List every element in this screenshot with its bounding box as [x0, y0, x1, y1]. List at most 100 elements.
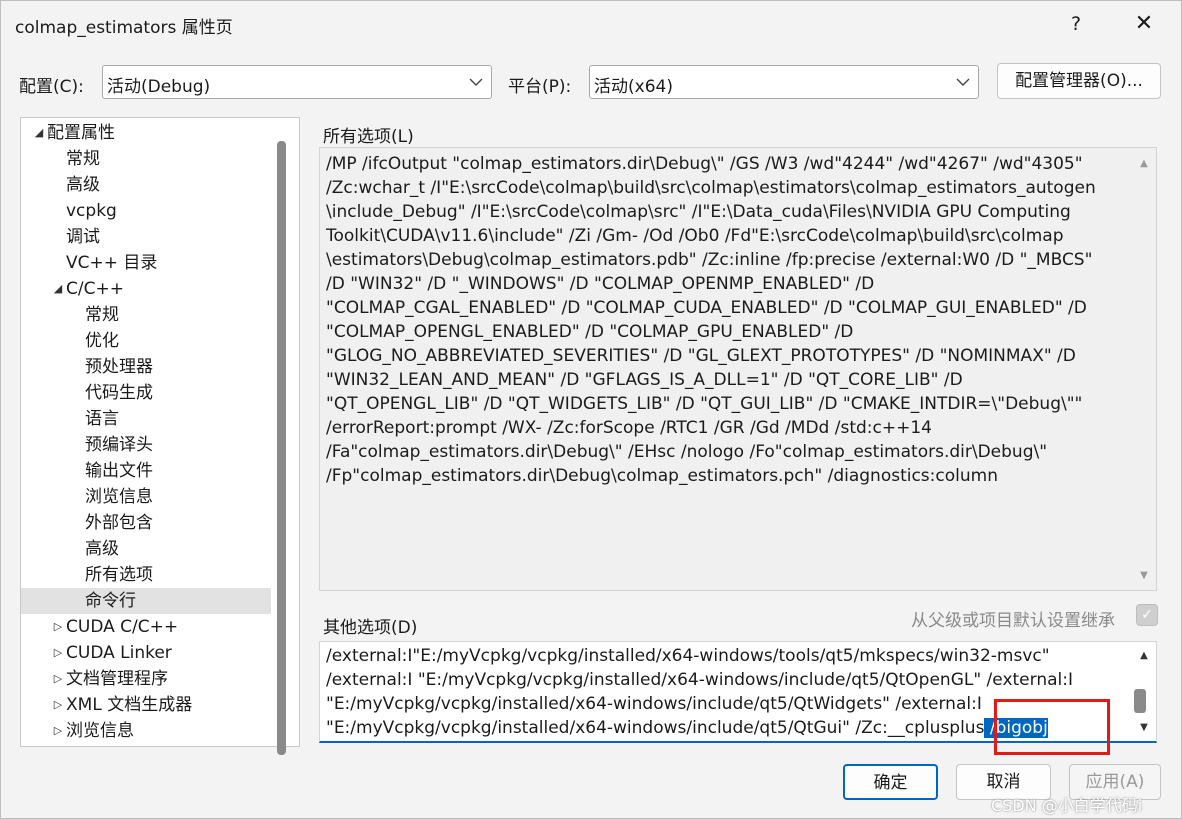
tree-scrollbar[interactable] — [277, 117, 291, 755]
tree-item[interactable]: 高级 — [21, 536, 277, 562]
config-select[interactable]: 活动(Debug) — [102, 65, 492, 99]
all-options-line: "WIN32_LEAN_AND_MEAN" /D "GFLAGS_IS_A_DL… — [326, 370, 963, 390]
tree-item-label: 高级 — [85, 539, 119, 559]
other-options-line: /external:I "E:/myVcpkg/vcpkg/installed/… — [326, 670, 1073, 690]
tree-item-label: 所有选项 — [85, 565, 153, 585]
tree-item-label: 语言 — [85, 409, 119, 429]
scroll-up-icon[interactable]: ▲ — [1138, 158, 1150, 170]
all-options-line: /errorReport:prompt /WX- /Zc:forScope /R… — [326, 418, 932, 438]
watermark: CSDN @小白学代码i — [991, 796, 1143, 815]
all-options-line: /Fa"colmap_estimators.dir\Debug\" /EHsc … — [326, 442, 1048, 462]
tree-item-label: 优化 — [85, 331, 119, 351]
tree-item[interactable]: 常规 — [21, 146, 277, 172]
config-label: 配置(C): — [19, 77, 84, 97]
tree-item[interactable]: 常规 — [21, 302, 277, 328]
inherit-checkbox[interactable]: ✓ — [1136, 604, 1158, 626]
scroll-up-icon[interactable]: ▲ — [1138, 650, 1150, 662]
tree-item-label: XML 文档生成器 — [66, 695, 193, 715]
all-options-box[interactable]: /MP /ifcOutput "colmap_estimators.dir\De… — [319, 147, 1157, 591]
tree-item-label: 输出文件 — [85, 461, 153, 481]
inherit-label: 从父级或项目默认设置继承 — [911, 611, 1115, 631]
tree-item-label: 代码生成 — [85, 383, 153, 403]
tree-item[interactable]: ◢ 配置属性 — [21, 120, 277, 146]
tree-item[interactable]: 代码生成 — [21, 380, 277, 406]
scroll-down-icon[interactable]: ▼ — [1138, 570, 1150, 582]
platform-label: 平台(P): — [508, 77, 572, 97]
expand-arrow-icon[interactable]: ▷ — [51, 692, 65, 718]
tree-item-label: 命令行 — [85, 591, 136, 611]
all-options-line: /Fp"colmap_estimators.dir\Debug\colmap_e… — [326, 466, 998, 486]
tree-item[interactable]: VC++ 目录 — [21, 250, 277, 276]
chevron-down-icon — [469, 78, 483, 86]
all-options-line: /D "WIN32" /D "_WINDOWS" /D "COLMAP_OPEN… — [326, 274, 875, 294]
other-options-label: 其他选项(D) — [323, 618, 418, 638]
all-options-label: 所有选项(L) — [323, 127, 414, 147]
all-options-line: /MP /ifcOutput "colmap_estimators.dir\De… — [326, 154, 1083, 174]
expand-arrow-icon[interactable]: ▷ — [51, 666, 65, 692]
collapse-arrow-icon[interactable]: ◢ — [32, 120, 46, 146]
expand-arrow-icon[interactable]: ▷ — [51, 718, 65, 744]
title-bar: colmap_estimators 属性页 ? ✕ — [1, 1, 1181, 47]
tree-item-label: 浏览信息 — [66, 721, 134, 741]
tree-item-label: 预处理器 — [85, 357, 153, 377]
platform-select[interactable]: 活动(x64) — [589, 65, 979, 99]
tree-item-label: VC++ 目录 — [66, 253, 158, 273]
tree-item[interactable]: 预编译头 — [21, 432, 277, 458]
all-options-line: "GLOG_NO_ABBREVIATED_SEVERITIES" /D "GL_… — [326, 346, 1076, 366]
all-options-line: \include_Debug" /I"E:\srcCode\colmap\src… — [326, 202, 1071, 222]
tree-item[interactable]: 调试 — [21, 224, 277, 250]
tree-item-label: vcpkg — [66, 201, 117, 221]
tree-item-label: 预编译头 — [85, 435, 153, 455]
all-options-line: Toolkit\CUDA\v11.6\include" /Zi /Gm- /Od… — [326, 226, 1064, 246]
scroll-down-icon[interactable]: ▼ — [1138, 722, 1150, 734]
all-options-text: /MP /ifcOutput "colmap_estimators.dir\De… — [326, 152, 1132, 488]
other-options-line-prefix: "E:/myVcpkg/vcpkg/installed/x64-windows/… — [326, 718, 985, 738]
tree-item[interactable]: ◢ C/C++ — [21, 276, 277, 302]
tree-item[interactable]: ▷ 文档管理程序 — [21, 666, 277, 692]
highlight-annotation-box — [994, 699, 1110, 755]
tree-item[interactable]: vcpkg — [21, 198, 277, 224]
other-options-scrollbar-thumb[interactable] — [1134, 689, 1146, 713]
tree-item[interactable]: 语言 — [21, 406, 277, 432]
tree-item[interactable]: 浏览信息 — [21, 484, 277, 510]
all-options-line: "QT_OPENGL_LIB" /D "QT_WIDGETS_LIB" /D "… — [326, 394, 1083, 414]
tree-item-label: C/C++ — [66, 279, 124, 299]
tree-item-label: 常规 — [66, 149, 100, 169]
expand-arrow-icon[interactable]: ▷ — [51, 614, 65, 640]
tree-scrollbar-thumb[interactable] — [277, 141, 286, 755]
tree-item-label: 常规 — [85, 305, 119, 325]
all-options-line: "COLMAP_CGAL_ENABLED" /D "COLMAP_CUDA_EN… — [326, 298, 1087, 318]
tree-item[interactable]: 优化 — [21, 328, 277, 354]
close-button[interactable]: ✕ — [1119, 7, 1169, 41]
all-options-line: "COLMAP_OPENGL_ENABLED" /D "COLMAP_GPU_E… — [326, 322, 854, 342]
checkmark-icon: ✓ — [1141, 607, 1153, 623]
tree-item-label: 文档管理程序 — [66, 669, 168, 689]
tree-item[interactable]: 所有选项 — [21, 562, 277, 588]
property-tree[interactable]: ◢ 配置属性 常规 高级 vcpkg 调试 VC++ 目录 ◢ C/C++ 常规 优化 预处理器 代码生… — [20, 117, 300, 747]
config-manager-button[interactable]: 配置管理器(O)... — [997, 63, 1161, 99]
tree-item[interactable]: ▷ 浏览信息 — [21, 718, 277, 744]
tree-item[interactable]: 外部包含 — [21, 510, 277, 536]
tree-item-label: 调试 — [66, 227, 100, 247]
all-options-line: /Zc:wchar_t /I"E:\srcCode\colmap\build\s… — [326, 178, 1096, 198]
tree-item-label: 浏览信息 — [85, 487, 153, 507]
config-select-value: 活动(Debug) — [107, 77, 211, 97]
tree-item[interactable]: 命令行 — [21, 588, 271, 614]
platform-select-value: 活动(x64) — [594, 77, 673, 97]
tree-item-label: CUDA C/C++ — [66, 617, 179, 637]
tree-item[interactable]: ▷ CUDA C/C++ — [21, 614, 277, 640]
tree-item[interactable]: 预处理器 — [21, 354, 277, 380]
tree-item[interactable]: ▷ CUDA Linker — [21, 640, 277, 666]
other-options-line: /external:I"E:/myVcpkg/vcpkg/installed/x… — [326, 646, 1050, 666]
collapse-arrow-icon[interactable]: ◢ — [51, 276, 65, 302]
expand-arrow-icon[interactable]: ▷ — [51, 640, 65, 666]
tree-item[interactable]: 输出文件 — [21, 458, 277, 484]
property-pages-dialog: colmap_estimators 属性页 ? ✕ 配置(C): 活动(Debu… — [0, 0, 1182, 819]
tree-item[interactable]: ▷ XML 文档生成器 — [21, 692, 277, 718]
tree-item-label: 外部包含 — [85, 513, 153, 533]
ok-button[interactable]: 确定 — [843, 764, 938, 800]
window-title: colmap_estimators 属性页 — [15, 18, 233, 38]
tree-item[interactable]: 高级 — [21, 172, 277, 198]
tree-item-label: 高级 — [66, 175, 100, 195]
help-button[interactable]: ? — [1051, 7, 1101, 41]
